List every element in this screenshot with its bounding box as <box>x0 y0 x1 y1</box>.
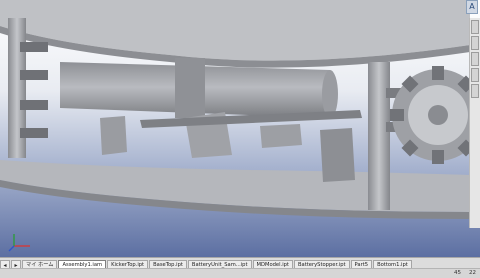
look-at-icon[interactable] <box>471 84 479 98</box>
zoom-icon[interactable] <box>471 52 479 66</box>
navigation-bar <box>469 18 480 228</box>
app-logo-icon: A <box>466 0 478 14</box>
left-gear-tooth <box>20 42 48 52</box>
bracket-top <box>175 58 205 118</box>
open-documents-count: 22 <box>469 270 476 276</box>
3d-viewport[interactable] <box>0 0 480 257</box>
support-block <box>320 128 355 182</box>
orbit-icon[interactable] <box>471 68 479 82</box>
right-post <box>368 62 390 210</box>
pan-icon[interactable] <box>471 36 479 50</box>
assembly-model-view[interactable] <box>0 0 480 257</box>
bracket-left <box>100 116 127 155</box>
left-gear-tooth <box>20 70 48 80</box>
occurrence-count: 45 <box>454 270 461 276</box>
viewcube-icon[interactable] <box>471 20 479 34</box>
left-gear-tooth <box>20 128 48 138</box>
left-gear-tooth <box>20 100 48 110</box>
cylinder-end <box>322 70 338 118</box>
bracket-right <box>260 124 302 148</box>
coordinate-triad-icon <box>8 234 30 252</box>
